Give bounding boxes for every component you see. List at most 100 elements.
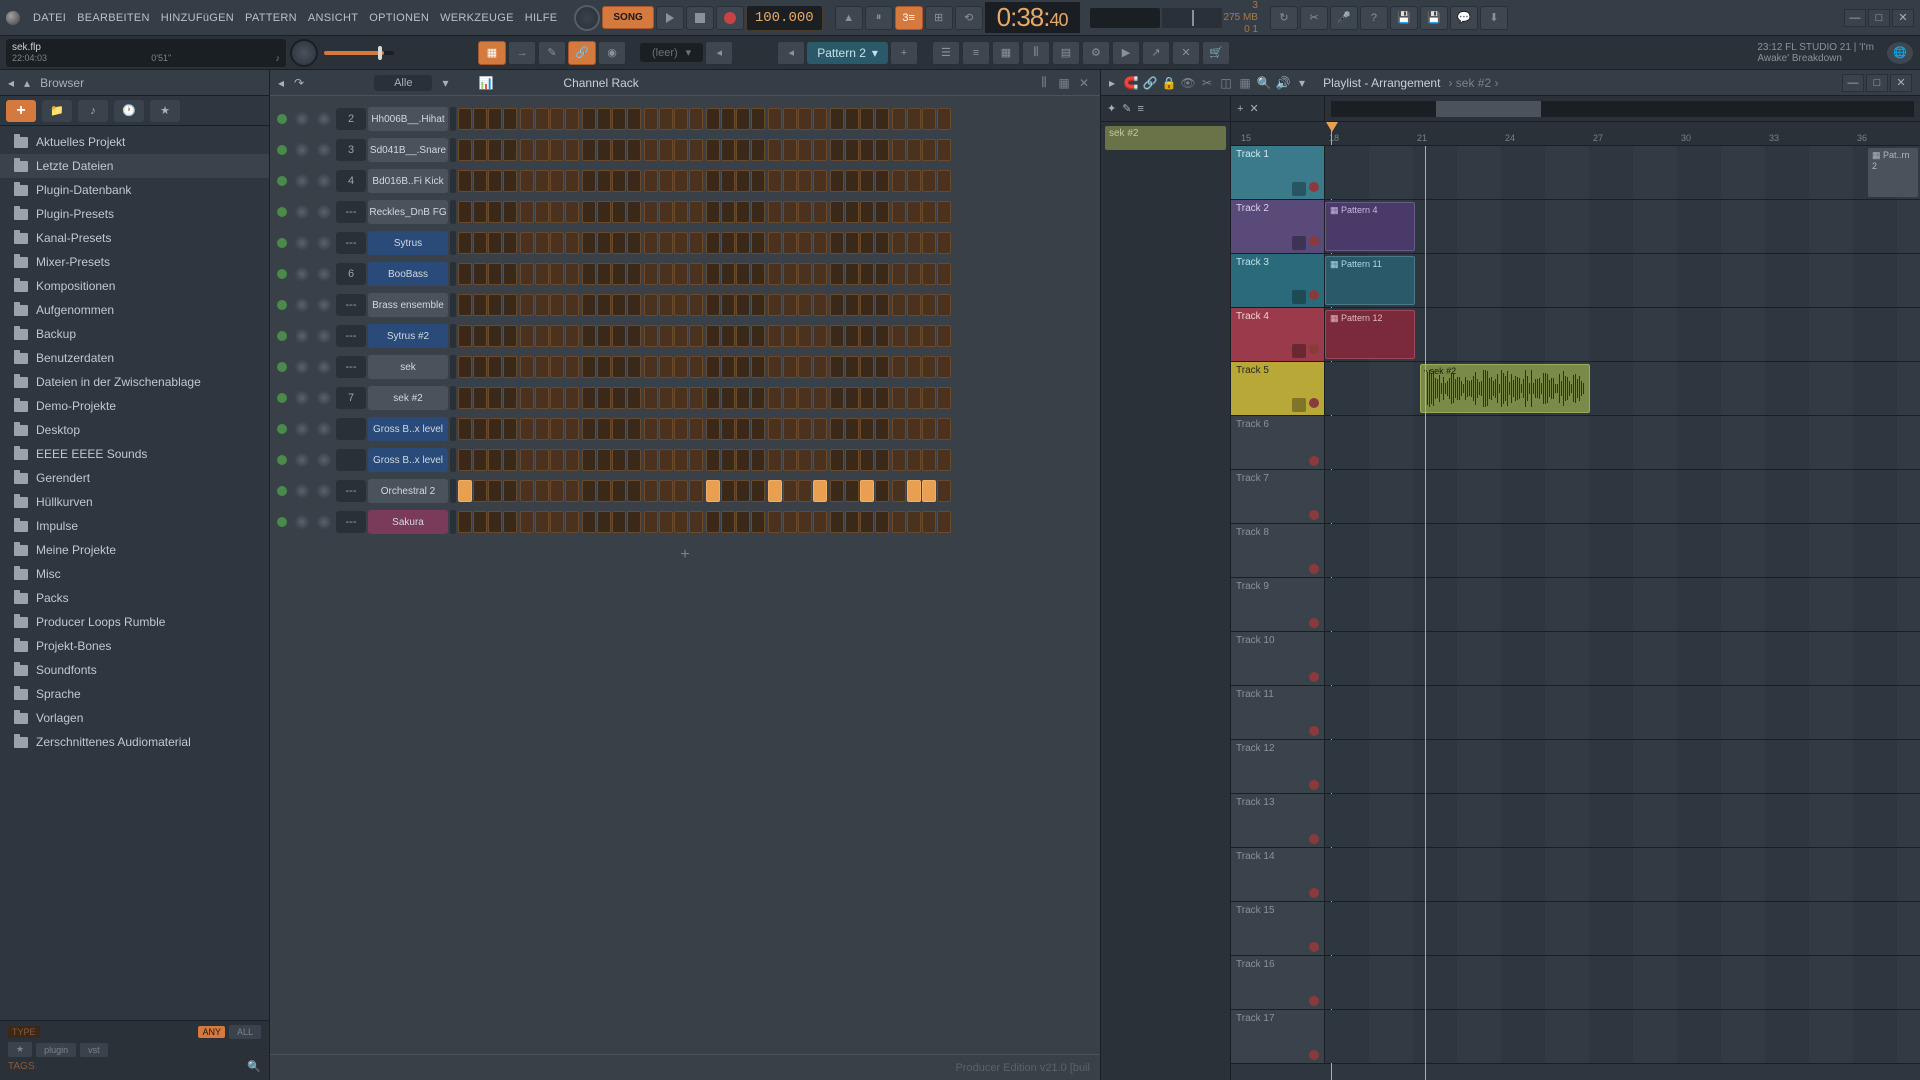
step-cell[interactable] [659, 139, 673, 161]
channel-name-button[interactable]: Brass ensemble [368, 293, 448, 317]
channel-name-button[interactable]: Sakura [368, 510, 448, 534]
step-cell[interactable] [907, 170, 921, 192]
step-cell[interactable] [473, 387, 487, 409]
step-cell[interactable] [473, 325, 487, 347]
step-cell[interactable] [535, 356, 549, 378]
channel-select[interactable] [450, 231, 456, 255]
step-cell[interactable] [458, 356, 472, 378]
step-cell[interactable] [845, 480, 859, 502]
step-cell[interactable] [706, 387, 720, 409]
step-cell[interactable] [845, 418, 859, 440]
channel-mute-led[interactable] [277, 331, 287, 341]
step-cell[interactable] [612, 263, 626, 285]
step-cell[interactable] [875, 449, 889, 471]
step-cell[interactable] [674, 263, 688, 285]
step-cell[interactable] [473, 232, 487, 254]
step-cell[interactable] [751, 232, 765, 254]
step-cell[interactable] [644, 139, 658, 161]
tree-item[interactable]: Sprache [0, 682, 269, 706]
step-cell[interactable] [458, 480, 472, 502]
step-cell[interactable] [875, 387, 889, 409]
step-cell[interactable] [860, 139, 874, 161]
track-lane[interactable] [1325, 902, 1920, 955]
step-cell[interactable] [845, 170, 859, 192]
track-close-icon[interactable]: ✕ [1249, 102, 1258, 115]
step-cell[interactable] [520, 325, 534, 347]
step-cell[interactable] [922, 449, 936, 471]
step-cell[interactable] [597, 418, 611, 440]
track-lane[interactable]: • sek #2 [1325, 362, 1920, 415]
step-cell[interactable] [721, 170, 735, 192]
step-cell[interactable] [922, 356, 936, 378]
channel-select[interactable] [450, 510, 456, 534]
step-cell[interactable] [582, 139, 596, 161]
step-cell[interactable] [892, 480, 906, 502]
step-cell[interactable] [597, 356, 611, 378]
step-cell[interactable] [535, 511, 549, 533]
step-cell[interactable] [875, 511, 889, 533]
step-cell[interactable] [751, 108, 765, 130]
step-cell[interactable] [597, 294, 611, 316]
step-cell[interactable] [937, 511, 951, 533]
step-cell[interactable] [550, 232, 564, 254]
step-cell[interactable] [503, 201, 517, 223]
step-cell[interactable] [535, 449, 549, 471]
play-button[interactable] [656, 6, 684, 30]
save-button[interactable]: ✂ [1300, 6, 1328, 30]
step-cell[interactable] [627, 325, 641, 347]
channel-pan-knob[interactable] [294, 328, 310, 344]
step-cell[interactable] [659, 232, 673, 254]
step-cell[interactable] [597, 232, 611, 254]
step-cell[interactable] [783, 511, 797, 533]
step-cell[interactable] [612, 418, 626, 440]
step-cell[interactable] [783, 263, 797, 285]
step-cell[interactable] [751, 387, 765, 409]
step-cell[interactable] [597, 201, 611, 223]
step-cell[interactable] [830, 232, 844, 254]
step-cell[interactable] [907, 294, 921, 316]
step-cell[interactable] [907, 139, 921, 161]
view-channel-button[interactable]: ▦ [992, 41, 1020, 65]
step-cell[interactable] [582, 201, 596, 223]
step-cell[interactable] [783, 232, 797, 254]
step-cell[interactable] [892, 108, 906, 130]
export-button[interactable]: 💾 [1390, 6, 1418, 30]
track-lane[interactable] [1325, 956, 1920, 1009]
step-cell[interactable] [565, 325, 579, 347]
step-cell[interactable] [751, 449, 765, 471]
step-cell[interactable] [751, 356, 765, 378]
step-cell[interactable] [597, 387, 611, 409]
step-cell[interactable] [751, 480, 765, 502]
track-rec-button[interactable] [1309, 564, 1319, 574]
step-cell[interactable] [813, 325, 827, 347]
track-header[interactable]: Track 16 [1231, 956, 1325, 1009]
step-cell[interactable] [597, 511, 611, 533]
step-cell[interactable] [503, 108, 517, 130]
snap-prev-button[interactable]: ◂ [705, 41, 733, 65]
step-cell[interactable] [627, 263, 641, 285]
pl-i1-icon[interactable]: ◫ [1218, 75, 1234, 91]
step-cell[interactable] [488, 294, 502, 316]
view-piano-button[interactable]: ≡ [962, 41, 990, 65]
step-cell[interactable] [875, 294, 889, 316]
step-cell[interactable] [644, 387, 658, 409]
step-cell[interactable] [565, 511, 579, 533]
menu-datei[interactable]: DATEI [28, 9, 71, 27]
playlist-tracks[interactable]: Track 1 ▦ Pat..rn 2 Track 2 ▦ Pattern 4 … [1231, 146, 1920, 1080]
globe-icon[interactable]: 🌐 [1886, 41, 1914, 65]
step-cell[interactable] [488, 325, 502, 347]
track-rec-button[interactable] [1309, 398, 1319, 408]
step-cell[interactable] [520, 387, 534, 409]
step-cell[interactable] [535, 294, 549, 316]
track-header[interactable]: Track 7 [1231, 470, 1325, 523]
master-vol-knob[interactable] [290, 39, 318, 67]
channel-vol-knob[interactable] [316, 328, 332, 344]
step-cell[interactable] [550, 294, 564, 316]
track-lane[interactable] [1325, 1010, 1920, 1063]
step-cell[interactable] [736, 201, 750, 223]
step-cell[interactable] [488, 449, 502, 471]
download-button[interactable]: ⬇ [1480, 6, 1508, 30]
step-cell[interactable] [597, 263, 611, 285]
step-cell[interactable] [907, 232, 921, 254]
track-header[interactable]: Track 11 [1231, 686, 1325, 739]
